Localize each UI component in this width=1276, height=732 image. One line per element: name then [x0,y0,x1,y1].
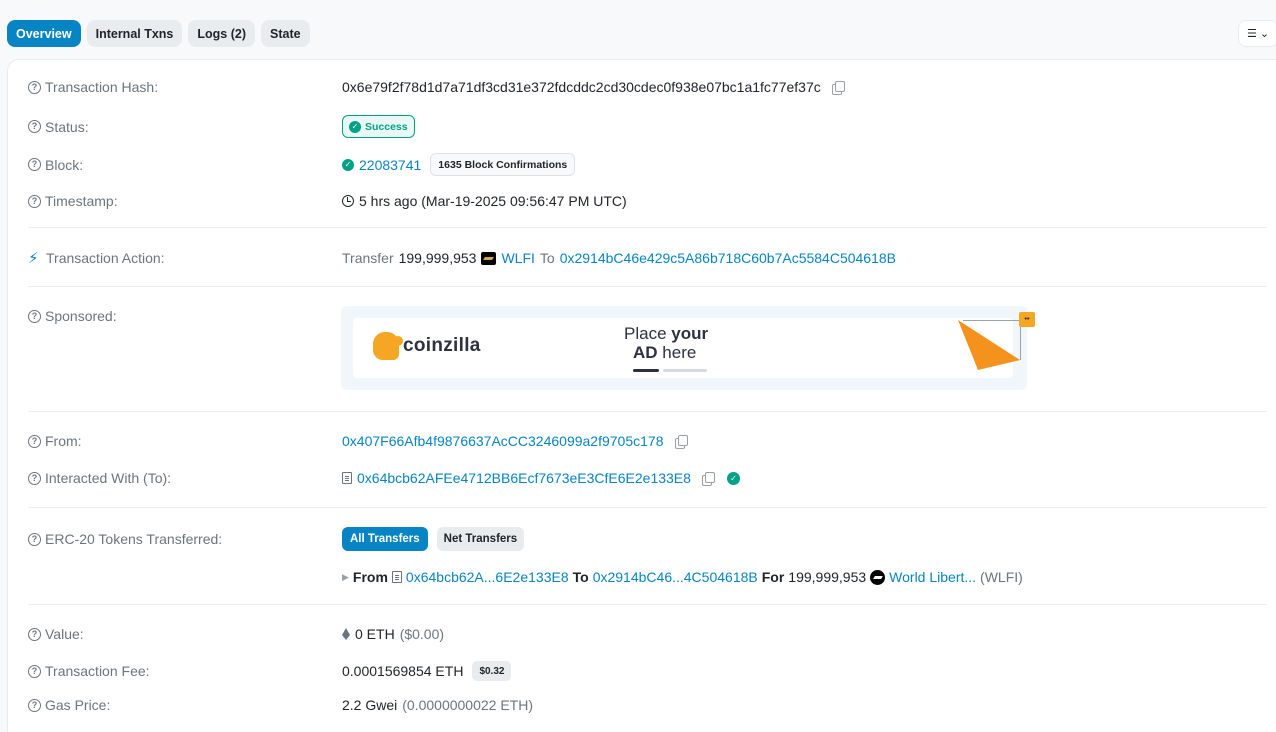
token-name-link[interactable]: World Libert... [889,569,976,585]
block-confirmations-badge: 1635 Block Confirmations [430,153,576,176]
transfer-to-link[interactable]: 0x2914bC46...4C504618B [593,569,758,585]
document-icon [342,472,352,484]
tab-bar: Overview Internal Txns Logs (2) State [7,20,310,47]
ad-decoration [633,369,659,372]
tab-state[interactable]: State [261,20,310,47]
question-icon[interactable]: ? [28,664,41,678]
tab-overview[interactable]: Overview [7,20,81,47]
erc20-row: ? ERC-20 Tokens Transferred: All Transfe… [28,527,1266,551]
wlfi-token-icon [481,251,497,265]
interacted-with-row: ? Interacted With (To): 0x64bcb62AFEe471… [28,470,1266,486]
question-icon[interactable]: ? [28,434,41,448]
value-label: ? Value: [28,626,342,642]
tab-logs[interactable]: Logs (2) [188,20,255,47]
eth-icon [342,628,350,640]
coinzilla-logo: coinzilla [373,332,481,360]
token-transfer-item: ▶ From 0x64bcb62A...6E2e133E8 To 0x2914b… [342,569,1023,585]
verified-check-icon: ✓ [726,471,740,485]
value-row: ? Value: 0 ETH ($0.00) [28,626,1266,642]
timestamp-label: ? Timestamp: [28,193,342,209]
tx-action-row: ⚡︎ Transaction Action: Transfer 199,999,… [28,250,897,267]
question-icon[interactable]: ? [28,194,41,208]
from-row: ? From: 0x407F66Afb4f9876637AcCC3246099a… [28,433,1266,449]
wlfi-token-icon [870,569,886,585]
check-circle-icon: ✓ [349,120,361,133]
tx-hash-label: ? Transaction Hash: [28,79,342,95]
fee-row: ? Transaction Fee: 0.0001569854 ETH $0.3… [28,661,1266,681]
block-number-link[interactable]: 22083741 [359,157,421,173]
question-icon[interactable]: ? [28,80,41,94]
ad-badge-icon[interactable]: •• [1019,312,1035,327]
sponsored-ad-banner[interactable]: coinzilla Place your AD here •• [341,306,1035,390]
view-options-button[interactable]: ☰ ⌄ [1238,20,1276,47]
gas-price-label: ? Gas Price: [28,697,342,713]
divider [28,507,1266,508]
timestamp-value: 5 hrs ago (Mar-19-2025 09:56:47 PM UTC) [359,193,627,209]
from-address-link[interactable]: 0x407F66Afb4f9876637AcCC3246099a2f9705c1… [342,433,664,449]
token-link[interactable]: WLFI [501,250,534,266]
copy-icon[interactable] [674,434,688,449]
timestamp-row: ? Timestamp: 5 hrs ago (Mar-19-2025 09:5… [28,193,1266,209]
status-label: ? Status: [28,119,342,135]
fee-usd-badge: $0.32 [472,661,512,681]
all-transfers-button[interactable]: All Transfers [342,527,428,551]
question-icon[interactable]: ? [28,120,41,133]
tab-internal-txns[interactable]: Internal Txns [86,20,183,47]
divider [28,227,1266,228]
tx-hash-value: 0x6e79f2f78d1d7a71df3cd31e372fdcddc2cd30… [342,79,821,95]
tx-action-label: ⚡︎ Transaction Action: [28,250,165,267]
document-icon [391,571,402,583]
question-icon[interactable]: ? [28,627,41,641]
block-label: ? Block: [28,157,342,173]
ad-pointer-graphic [958,320,1020,370]
question-icon[interactable]: ? [28,309,41,323]
tx-hash-row: ? Transaction Hash: 0x6e79f2f78d1d7a71df… [28,79,1266,95]
question-icon[interactable]: ? [28,532,41,546]
to-address-link[interactable]: 0x2914bC46e429c5A86b718C60b7Ac5584C50461… [560,250,896,266]
interacted-with-label: ? Interacted With (To): [28,470,342,486]
gas-price-row: ? Gas Price: 2.2 Gwei (0.0000000022 ETH) [28,697,1266,713]
chevron-down-icon: ⌄ [1259,28,1270,40]
question-icon[interactable]: ? [28,158,41,171]
transfer-from-link[interactable]: 0x64bcb62A...6E2e133E8 [406,569,569,585]
status-row: ? Status: ✓ Success [28,115,1266,138]
dinosaur-icon [373,332,403,360]
question-icon[interactable]: ? [28,471,41,485]
status-badge: ✓ Success [342,115,415,138]
block-row: ? Block: ✓ 22083741 1635 Block Confirmat… [28,153,1266,176]
divider [28,604,1266,605]
ad-decoration [663,369,707,372]
copy-icon[interactable] [701,471,715,486]
divider [28,411,1266,412]
transaction-details-card: ? Transaction Hash: 0x6e79f2f78d1d7a71df… [7,59,1276,732]
divider [28,286,1266,287]
from-label: ? From: [28,433,342,449]
ad-decoration [963,320,1021,321]
question-icon[interactable]: ? [28,698,41,712]
clock-icon [342,195,354,207]
lightning-icon: ⚡︎ [28,250,39,267]
list-icon: ☰ [1246,28,1257,40]
check-circle-icon: ✓ [342,158,354,171]
caret-right-icon: ▶ [342,571,349,582]
erc20-label: ? ERC-20 Tokens Transferred: [28,531,342,547]
contract-address-link[interactable]: 0x64bcb62AFEe4712BB6Ecf7673eE3CfE6E2e133… [357,470,691,486]
net-transfers-button[interactable]: Net Transfers [436,527,525,551]
sponsored-label: ? Sponsored: [28,308,342,324]
fee-label: ? Transaction Fee: [28,663,342,679]
copy-icon[interactable] [831,80,845,95]
ad-headline: Place your AD here [624,324,709,362]
